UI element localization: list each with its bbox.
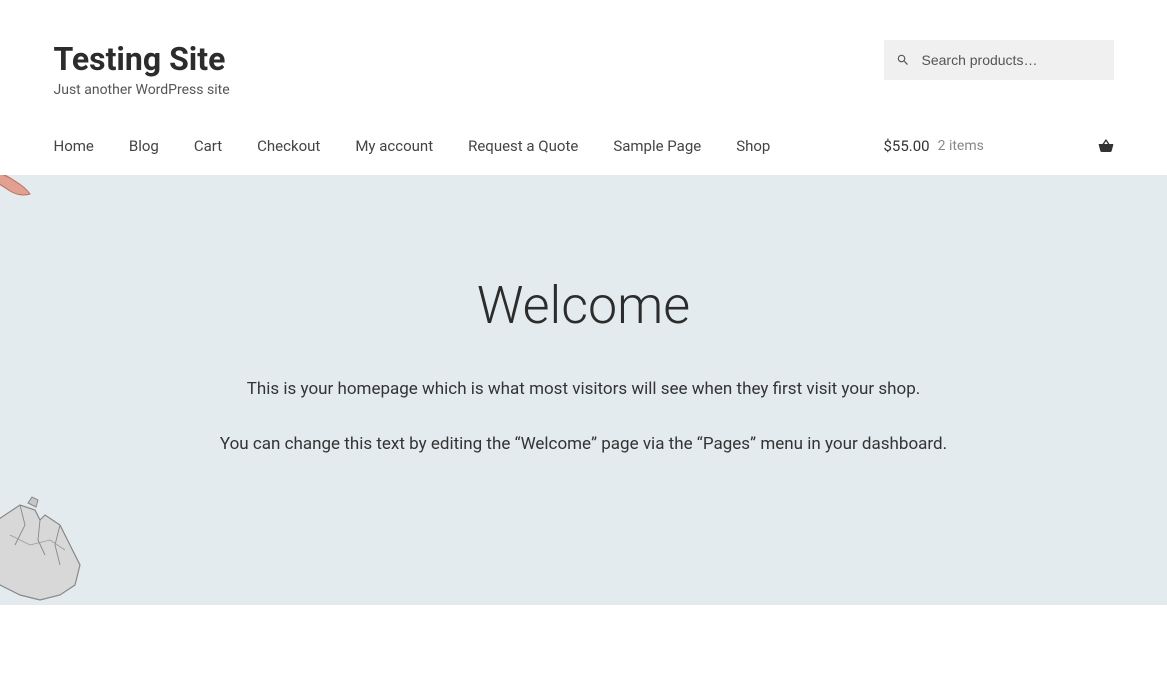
nav-item-checkout[interactable]: Checkout: [257, 137, 320, 155]
nav-item-request-quote[interactable]: Request a Quote: [468, 137, 578, 155]
hero-title: Welcome: [30, 275, 1137, 336]
hero-text-2: You can change this text by editing the …: [30, 431, 1137, 458]
nav-item-cart[interactable]: Cart: [194, 137, 222, 155]
basket-icon: [1098, 138, 1114, 154]
search-input[interactable]: [884, 40, 1114, 80]
nav-item-my-account[interactable]: My account: [355, 137, 433, 155]
hero-text-1: This is your homepage which is what most…: [30, 376, 1137, 403]
nav-item-home[interactable]: Home: [54, 137, 94, 155]
nav-item-sample-page[interactable]: Sample Page: [613, 137, 701, 155]
hero-section: Welcome This is your homepage which is w…: [0, 175, 1167, 605]
nav-item-shop[interactable]: Shop: [736, 137, 770, 155]
decoration-image-top: [0, 175, 50, 204]
cart-summary[interactable]: $55.00 2 items: [884, 137, 1114, 155]
nav-item-blog[interactable]: Blog: [129, 137, 159, 155]
site-branding: Testing Site Just another WordPress site: [54, 40, 884, 98]
site-tagline: Just another WordPress site: [54, 82, 884, 98]
search-icon: [896, 53, 910, 67]
cart-items-count: 2 items: [938, 138, 984, 154]
search-box: [884, 40, 1114, 80]
decoration-image-bottom: [0, 495, 100, 605]
primary-nav: Home Blog Cart Checkout My account Reque…: [54, 136, 771, 155]
site-title[interactable]: Testing Site: [54, 40, 884, 78]
cart-price: $55.00: [884, 137, 930, 155]
